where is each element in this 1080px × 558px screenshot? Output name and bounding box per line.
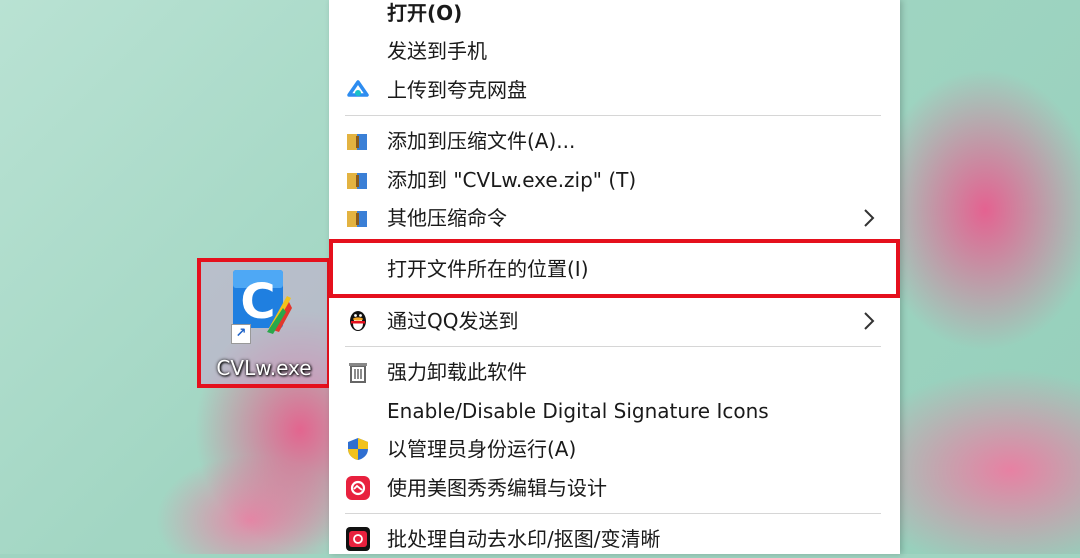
menu-item-label: 上传到夸克网盘 [387,78,527,102]
menu-item-send-to-phone[interactable]: 发送到手机 [329,32,900,70]
chevron-right-icon [864,209,875,227]
desktop-icon-label: CVLw.exe [216,356,312,380]
qq-penguin-icon [350,311,366,331]
menu-separator [345,346,881,347]
trash-icon [349,363,367,383]
meitu-icon [346,476,370,500]
menu-item-label: 其他压缩命令 [387,206,507,230]
archive-icon [347,134,367,150]
meitu-batch-icon [346,527,370,551]
shortcut-arrow-icon: ↗ [231,324,251,344]
menu-item-label: 添加到 "CVLw.exe.zip" (T) [387,168,637,192]
menu-item-label: 打开(O) [387,1,463,25]
menu-item-toggle-signature-icons[interactable]: Enable/Disable Digital Signature Icons [329,392,900,430]
menu-item-open[interactable]: 打开(O) [329,0,900,32]
menu-item-label: 强力卸载此软件 [387,360,527,384]
archive-icon [347,211,367,227]
menu-item-label: 通过QQ发送到 [387,309,519,333]
quark-cloud-icon [347,80,369,97]
desktop-icon-cvlw[interactable]: C ↗ CVLw.exe [197,258,331,388]
menu-item-run-as-admin[interactable]: 以管理员身份运行(A) [329,430,900,468]
menu-item-send-via-qq[interactable]: 通过QQ发送到 [329,302,900,340]
menu-item-meitu-batch[interactable]: 批处理自动去水印/抠图/变清晰 [329,520,900,558]
uac-shield-icon [348,438,368,460]
menu-item-label: 发送到手机 [387,39,487,63]
menu-item-label: 以管理员身份运行(A) [387,437,577,461]
menu-item-label: 添加到压缩文件(A)... [387,129,576,153]
menu-separator [345,513,881,514]
menu-item-meitu-edit[interactable]: 使用美图秀秀编辑与设计 [329,469,900,507]
menu-item-other-compress[interactable]: 其他压缩命令 [329,199,900,237]
highlight-box [329,239,900,298]
menu-separator [345,115,881,116]
menu-item-add-to-archive[interactable]: 添加到压缩文件(A)... [329,122,900,160]
menu-item-upload-quark[interactable]: 上传到夸克网盘 [329,71,900,109]
chevron-right-icon [864,312,875,330]
menu-item-force-uninstall[interactable]: 强力卸载此软件 [329,353,900,391]
menu-item-add-to-zip[interactable]: 添加到 "CVLw.exe.zip" (T) [329,161,900,199]
app-glyph: C [240,274,275,330]
menu-item-label: 批处理自动去水印/抠图/变清晰 [387,527,661,551]
menu-item-label: 使用美图秀秀编辑与设计 [387,476,607,500]
menu-item-label: Enable/Disable Digital Signature Icons [387,399,769,423]
archive-icon [347,173,367,189]
